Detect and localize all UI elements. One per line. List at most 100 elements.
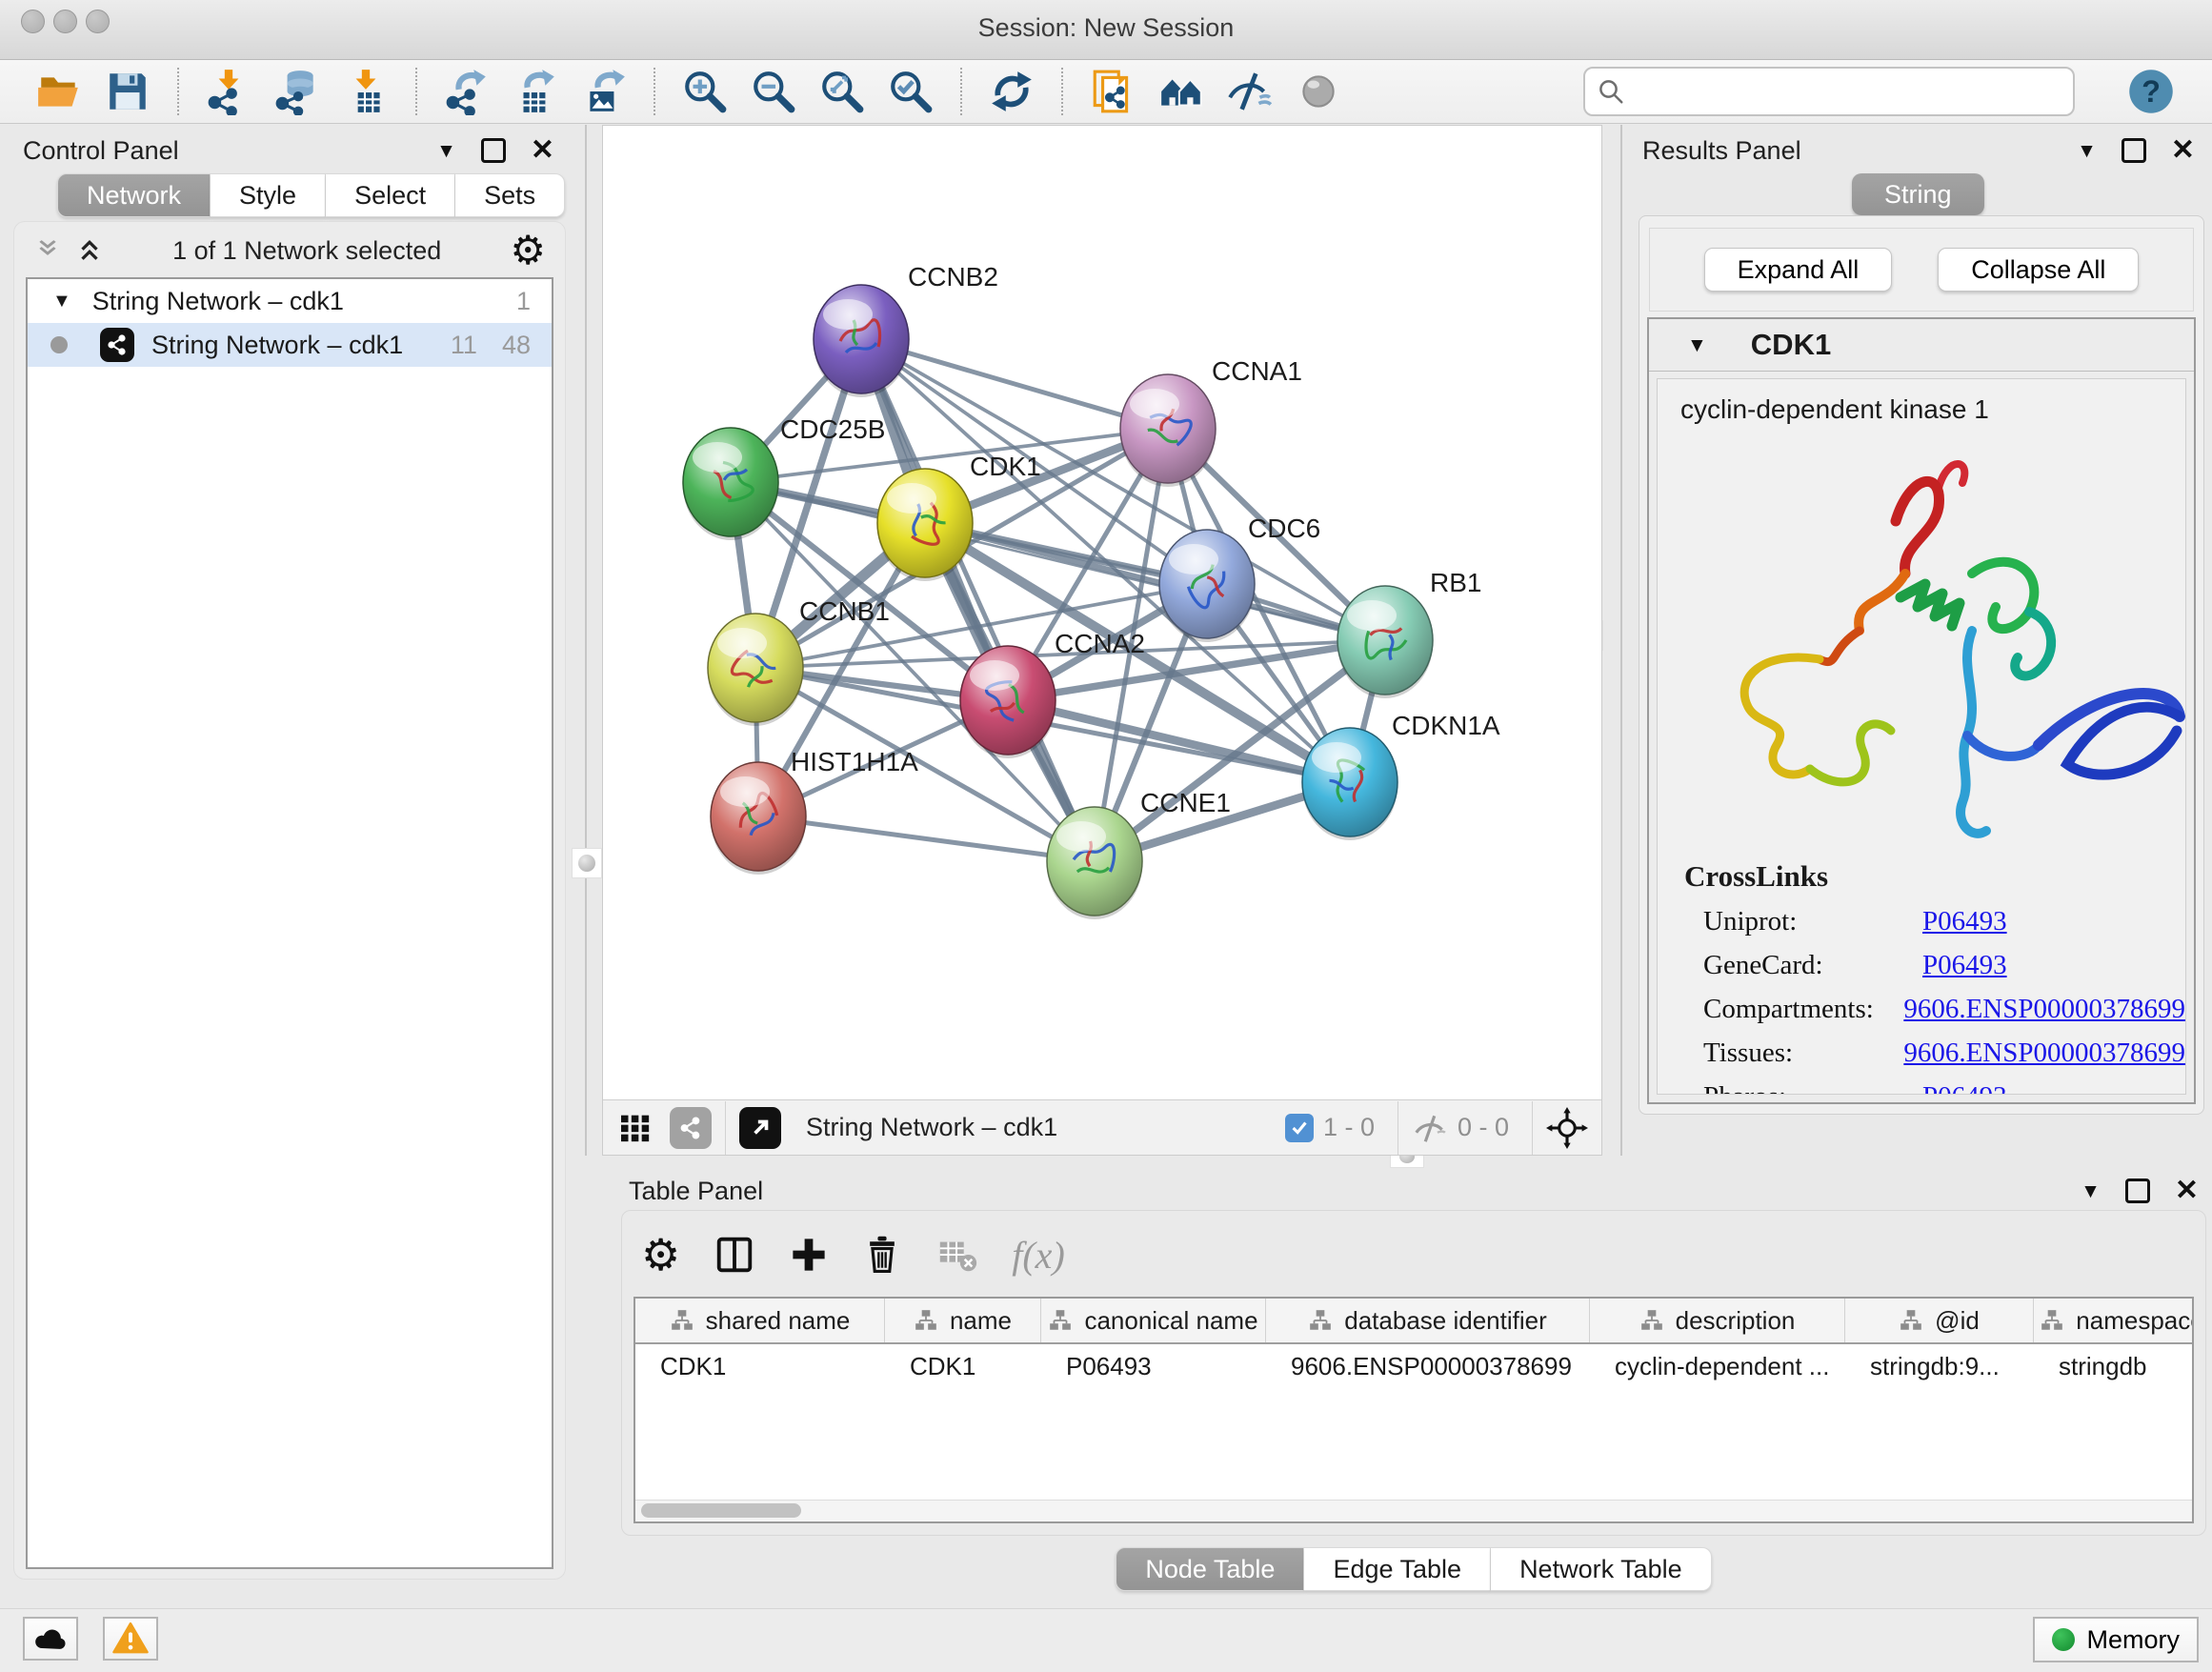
table-cell[interactable]: cyclin-dependent ...: [1590, 1352, 1845, 1381]
crosslink-link[interactable]: P06493: [1922, 906, 2007, 937]
help-button[interactable]: ?: [2117, 64, 2185, 119]
tab-string[interactable]: String: [1852, 173, 1984, 215]
search-input[interactable]: [1635, 76, 2061, 108]
results-panel-close-icon[interactable]: ✕: [2171, 136, 2195, 165]
tab-sets[interactable]: Sets: [455, 173, 565, 217]
network-canvas[interactable]: CCNB2CCNA1CDC25BCDK1CDC6RB1CCNB1CCNA2CDK…: [603, 126, 1601, 1099]
column-header-namespace[interactable]: namespace: [2034, 1299, 2194, 1342]
network-node-CDC25B[interactable]: [683, 428, 778, 540]
left-splitter-handle[interactable]: [572, 848, 602, 878]
zoom-fit-button[interactable]: [808, 64, 876, 119]
table-panel-float-icon[interactable]: [2125, 1178, 2150, 1203]
network-edge-CCNE1-HIST1H1A[interactable]: [758, 816, 1095, 861]
add-icon[interactable]: [789, 1235, 829, 1275]
crosslink-link[interactable]: P06493: [1922, 950, 2007, 981]
control-panel-close-icon[interactable]: ✕: [531, 136, 554, 165]
column-header-name[interactable]: name: [885, 1299, 1041, 1342]
network-node-HIST1H1A[interactable]: [711, 762, 806, 875]
import-network-button[interactable]: [194, 64, 263, 119]
delete-table-icon[interactable]: [935, 1233, 979, 1277]
network-node-CDK1[interactable]: [877, 469, 973, 581]
export-table-button[interactable]: [501, 64, 570, 119]
network-collection-row[interactable]: ▼ String Network – cdk1 1: [28, 279, 552, 323]
collapse-all-chevrons-icon[interactable]: [75, 236, 104, 265]
grid-icon[interactable]: [616, 1109, 654, 1147]
gear-icon[interactable]: ⚙: [510, 231, 546, 271]
selected-checkbox-icon[interactable]: [1285, 1114, 1314, 1142]
tab-edge-table[interactable]: Edge Table: [1304, 1547, 1491, 1591]
column-header-shared-name[interactable]: shared name: [635, 1299, 885, 1342]
right-splitter[interactable]: [1620, 125, 1622, 1156]
hidden-eye-slash-icon[interactable]: [1412, 1110, 1448, 1146]
network-node-RB1[interactable]: [1337, 586, 1433, 698]
left-splitter[interactable]: [585, 125, 587, 1156]
tab-network-table[interactable]: Network Table: [1491, 1547, 1712, 1591]
column-header-@id[interactable]: @id: [1845, 1299, 2034, 1342]
warning-button[interactable]: [103, 1617, 158, 1661]
crosslink-link[interactable]: 9606.ENSP00000378699: [1903, 994, 2185, 1025]
control-panel-float-icon[interactable]: [481, 138, 506, 163]
birds-eye-crosshair-icon[interactable]: [1546, 1107, 1588, 1149]
column-header-description[interactable]: description: [1590, 1299, 1845, 1342]
table-gear-icon[interactable]: ⚙: [641, 1233, 680, 1277]
hide-graphics-button[interactable]: [1216, 64, 1284, 119]
share-network-chip[interactable]: [670, 1107, 712, 1149]
table-cell[interactable]: stringdb: [2034, 1352, 2194, 1381]
zoom-selected-button[interactable]: [876, 64, 945, 119]
network-node-CCNA2[interactable]: [960, 646, 1056, 758]
columns-icon[interactable]: [713, 1233, 756, 1277]
network-node-CDKN1A[interactable]: [1302, 728, 1398, 840]
export-network-button[interactable]: [432, 64, 501, 119]
tree-expander-icon[interactable]: ▼: [52, 291, 71, 312]
memory-button[interactable]: Memory: [2033, 1617, 2199, 1662]
eye-button[interactable]: [1284, 64, 1353, 119]
zoom-in-button[interactable]: [671, 64, 739, 119]
cloud-button[interactable]: [23, 1617, 78, 1661]
expand-all-button[interactable]: Expand All: [1704, 248, 1893, 292]
table-cell[interactable]: stringdb:9...: [1845, 1352, 2034, 1381]
scrollbar-thumb[interactable]: [641, 1503, 801, 1518]
zoom-out-button[interactable]: [739, 64, 808, 119]
network-node-CCNE1[interactable]: [1047, 807, 1142, 919]
table-row[interactable]: CDK1CDK1P064939606.ENSP00000378699cyclin…: [635, 1344, 2192, 1388]
tab-style[interactable]: Style: [211, 173, 326, 217]
network-row[interactable]: String Network – cdk1 11 48: [28, 323, 552, 367]
share-document-button[interactable]: [1078, 64, 1147, 119]
function-builder-icon[interactable]: f(x): [1012, 1233, 1065, 1278]
horizontal-scrollbar[interactable]: [635, 1500, 2192, 1521]
trash-icon[interactable]: [861, 1234, 903, 1276]
table-panel-close-icon[interactable]: ✕: [2175, 1177, 2199, 1205]
column-header-canonical-name[interactable]: canonical name: [1041, 1299, 1266, 1342]
gene-expander-icon[interactable]: ▼: [1687, 335, 1707, 355]
open-session-button[interactable]: [25, 64, 93, 119]
expand-all-chevrons-icon[interactable]: [33, 236, 62, 265]
table-cell[interactable]: CDK1: [635, 1352, 885, 1381]
save-session-button[interactable]: [93, 64, 162, 119]
table-cell[interactable]: 9606.ENSP00000378699: [1266, 1352, 1590, 1381]
apply-layout-button[interactable]: [977, 64, 1046, 119]
network-node-CCNB1[interactable]: [708, 614, 803, 726]
network-node-CDC6[interactable]: [1159, 530, 1255, 642]
collapse-all-button[interactable]: Collapse All: [1938, 248, 2139, 292]
table-cell[interactable]: CDK1: [885, 1352, 1041, 1381]
import-table-button[interactable]: [332, 64, 400, 119]
results-panel-float-icon[interactable]: [2122, 138, 2146, 163]
results-panel-menu-icon[interactable]: ▼: [2077, 141, 2097, 161]
table-panel-menu-icon[interactable]: ▼: [2081, 1181, 2101, 1201]
houses-button[interactable]: [1147, 64, 1216, 119]
table-cell[interactable]: P06493: [1041, 1352, 1266, 1381]
network-node-CCNB2[interactable]: [814, 285, 909, 397]
crosslink-link[interactable]: 9606.ENSP00000378699: [1903, 1037, 2185, 1069]
control-panel-menu-icon[interactable]: ▼: [436, 141, 456, 161]
column-header-database-identifier[interactable]: database identifier: [1266, 1299, 1590, 1342]
open-in-window-chip[interactable]: [739, 1107, 781, 1149]
network-view-panel[interactable]: CCNB2CCNA1CDC25BCDK1CDC6RB1CCNB1CCNA2CDK…: [602, 125, 1602, 1156]
tab-node-table[interactable]: Node Table: [1116, 1547, 1304, 1591]
crosslink-link[interactable]: P06493: [1922, 1081, 2007, 1096]
import-database-button[interactable]: [263, 64, 332, 119]
export-image-button[interactable]: [570, 64, 638, 119]
tab-select[interactable]: Select: [326, 173, 455, 217]
tab-network[interactable]: Network: [57, 173, 211, 217]
network-node-CCNA1[interactable]: [1120, 374, 1216, 487]
gene-section-header[interactable]: ▼ CDK1: [1649, 319, 2194, 372]
